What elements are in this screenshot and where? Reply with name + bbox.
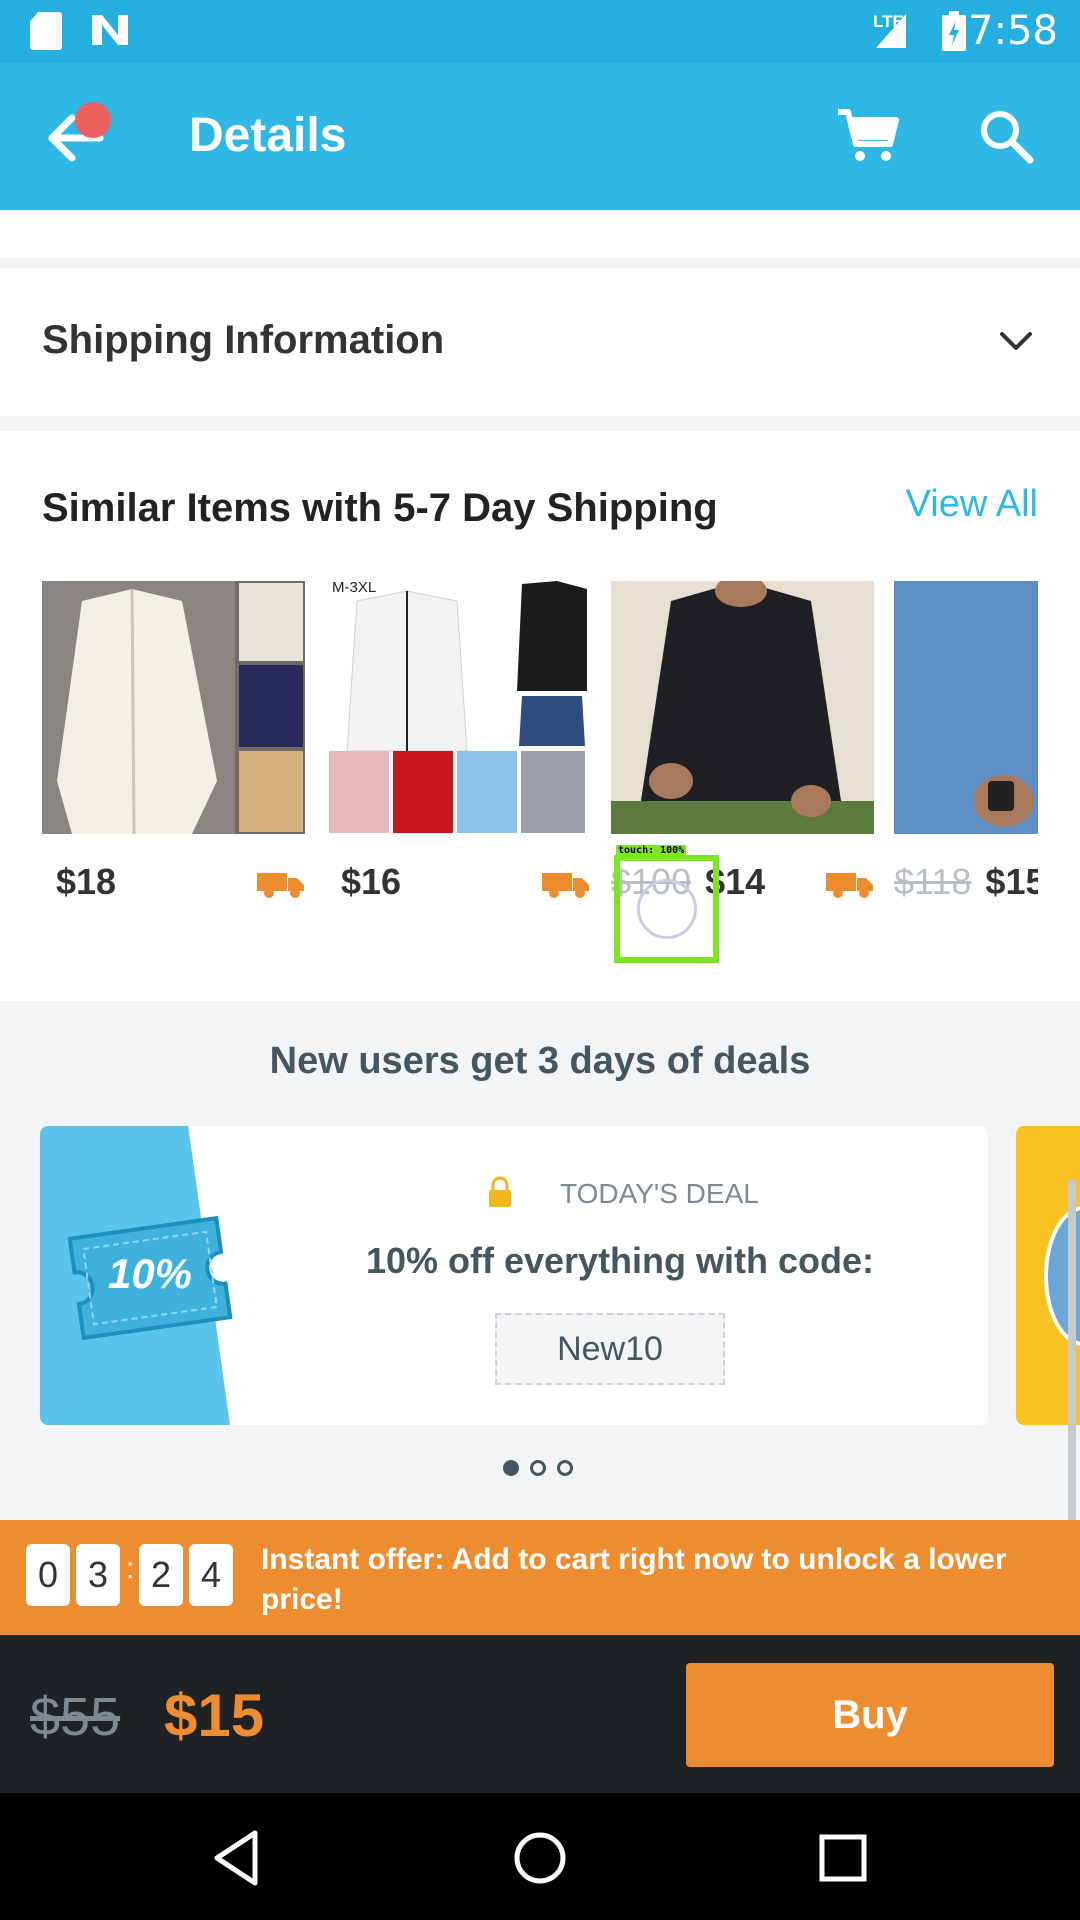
screen: LTE 7:58 Details Shipping Information Si…: [0, 0, 1080, 1920]
instant-offer-text: Instant offer: Add to cart right now to …: [261, 1543, 1007, 1616]
coupon-percent-text: 10%: [107, 1250, 193, 1297]
truck-icon: [257, 873, 304, 898]
view-all-link[interactable]: View All: [906, 483, 1038, 526]
shipping-information-row[interactable]: Shipping Information: [0, 268, 1080, 416]
product-image: [42, 581, 305, 834]
scrollbar[interactable]: [1068, 1180, 1076, 1520]
timer-digit: 3: [76, 1544, 120, 1606]
signal-icon: [876, 14, 906, 48]
product-card[interactable]: $118 $15: [894, 581, 1038, 921]
product-card[interactable]: $18: [42, 581, 305, 921]
lock-icon: [489, 1176, 511, 1207]
nav-home-icon[interactable]: [505, 1823, 575, 1893]
promo-code-box[interactable]: New10: [495, 1313, 725, 1385]
previous-section-strip: [0, 210, 1080, 258]
timer-separator: :: [126, 1552, 135, 1585]
app-bar: [0, 63, 1080, 210]
buy-button[interactable]: Buy: [686, 1663, 1054, 1767]
carousel-dot[interactable]: [557, 1460, 573, 1476]
product-price: $18: [42, 861, 116, 903]
shipping-information-title: Shipping Information: [42, 318, 445, 362]
product-image: [611, 581, 874, 834]
sd-card-icon: [30, 12, 62, 50]
sale-price: $15: [164, 1682, 265, 1749]
deal-description: 10% off everything with code:: [365, 1240, 875, 1281]
similar-items-section: Similar Items with 5-7 Day Shipping View…: [0, 431, 1080, 1001]
product-size-label: M-3XL: [332, 581, 377, 596]
todays-deal-label: TODAY'S DEAL: [560, 1178, 759, 1209]
clock: 7:58: [968, 8, 1058, 54]
search-icon[interactable]: [976, 106, 1036, 166]
status-bar: LTE 7:58: [0, 0, 1080, 63]
timer-digit: 0: [26, 1544, 70, 1606]
product-image: [894, 581, 1038, 834]
product-price-value: $15: [985, 861, 1038, 902]
touch-indicator-circle: [637, 879, 697, 939]
similar-items-carousel[interactable]: $18 M-3XL $16 $100 $14 $118 $15: [42, 581, 1038, 921]
carousel-dot-active[interactable]: [503, 1460, 519, 1476]
cart-icon[interactable]: [836, 106, 900, 166]
instant-offer-bar[interactable]: 0 3 : 2 4 Instant offer: Add to cart rig…: [0, 1520, 1080, 1635]
original-price: $55: [30, 1687, 121, 1747]
system-nav-bar: [0, 1793, 1080, 1920]
notification-badge: [75, 102, 111, 138]
battery-charging-icon: [942, 11, 966, 51]
touch-indicator-label: touch: 100%: [616, 845, 687, 856]
nav-back-icon[interactable]: [203, 1823, 273, 1893]
timer-digit: 4: [189, 1544, 233, 1606]
nav-recents-icon[interactable]: [808, 1823, 878, 1893]
truck-icon: [542, 873, 589, 898]
truck-icon: [826, 873, 873, 898]
deal-card[interactable]: 10% TODAY'S DEAL 10% off everything with…: [40, 1126, 988, 1425]
chevron-down-icon: [1000, 332, 1032, 350]
product-price: $118 $15: [894, 861, 1038, 903]
product-old-price: $118: [894, 861, 972, 902]
product-price-value: $16: [341, 861, 402, 902]
product-price-value: $18: [56, 861, 117, 902]
similar-items-title: Similar Items with 5-7 Day Shipping: [42, 486, 718, 530]
product-card[interactable]: M-3XL $16: [327, 581, 590, 921]
product-price: $16: [327, 861, 401, 903]
carousel-dots: [503, 1460, 583, 1480]
carousel-dot[interactable]: [530, 1460, 546, 1476]
product-image: [327, 581, 590, 834]
page-title: Details: [189, 109, 347, 162]
notification-n-icon: [92, 15, 128, 45]
timer-digit: 2: [139, 1544, 183, 1606]
checkout-bar: $55 $15 Buy: [0, 1635, 1080, 1793]
deals-title: New users get 3 days of deals: [269, 1040, 811, 1082]
